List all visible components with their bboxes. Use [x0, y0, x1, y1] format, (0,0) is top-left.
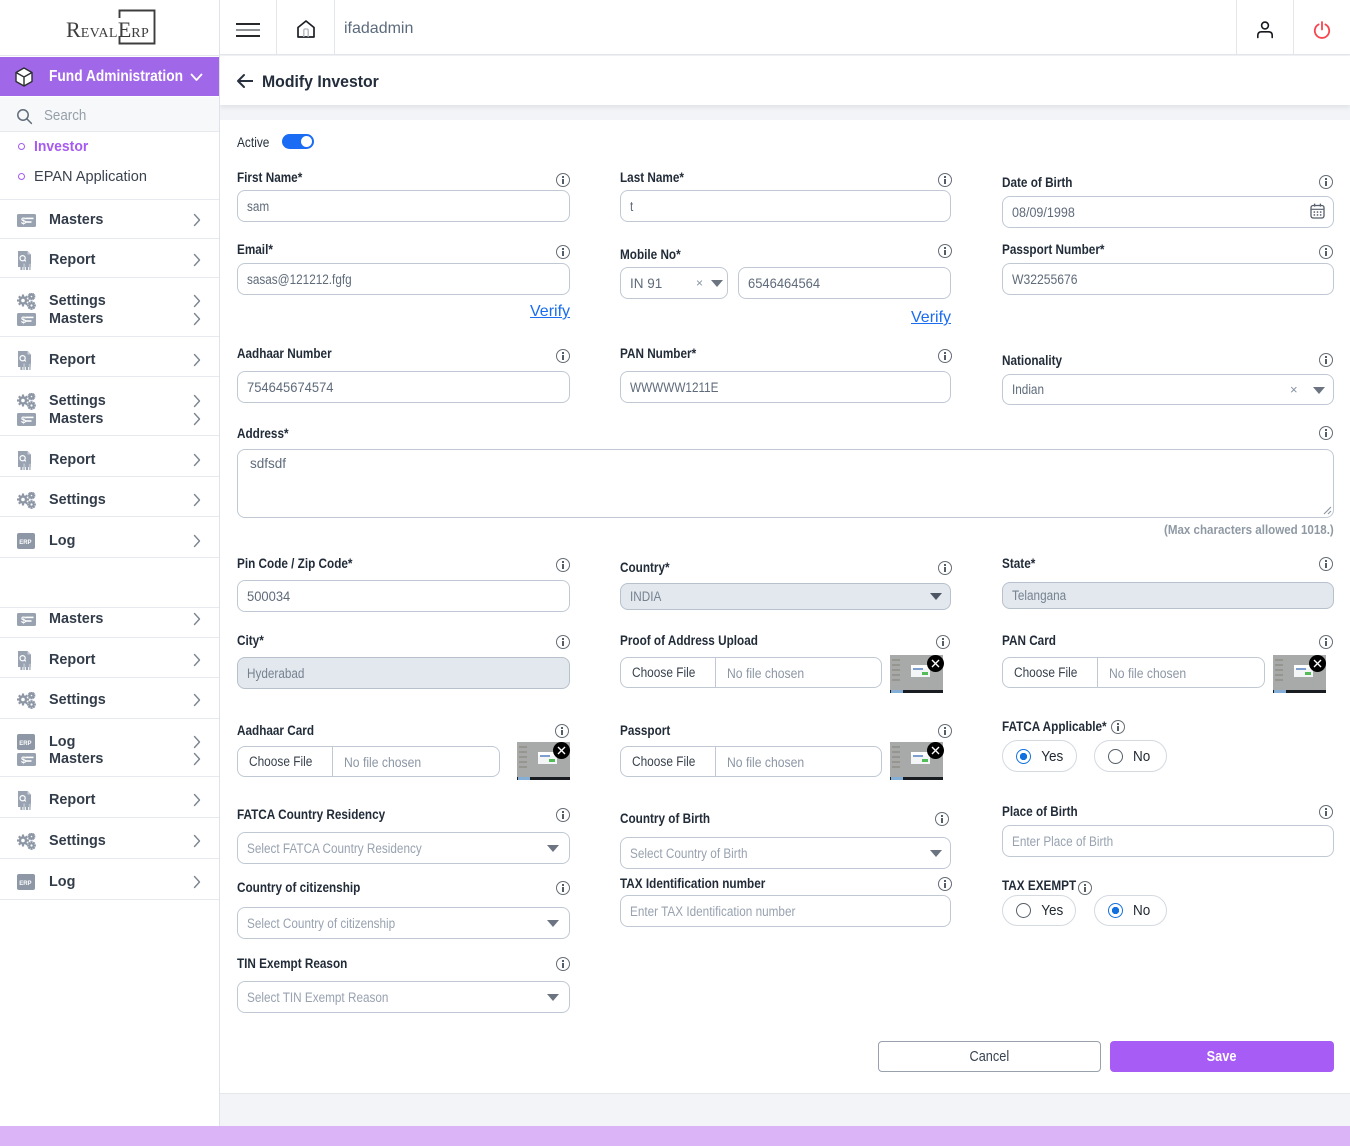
svg-text:$: $ — [21, 215, 26, 225]
svg-text:$: $ — [21, 414, 26, 424]
svg-text:$: $ — [21, 614, 26, 624]
svg-text:ERP: ERP — [19, 741, 31, 747]
svg-text:ERP: ERP — [19, 540, 31, 546]
svg-text:$: $ — [21, 314, 26, 324]
svg-text:$: $ — [21, 754, 26, 764]
svg-text:ERP: ERP — [19, 881, 31, 887]
